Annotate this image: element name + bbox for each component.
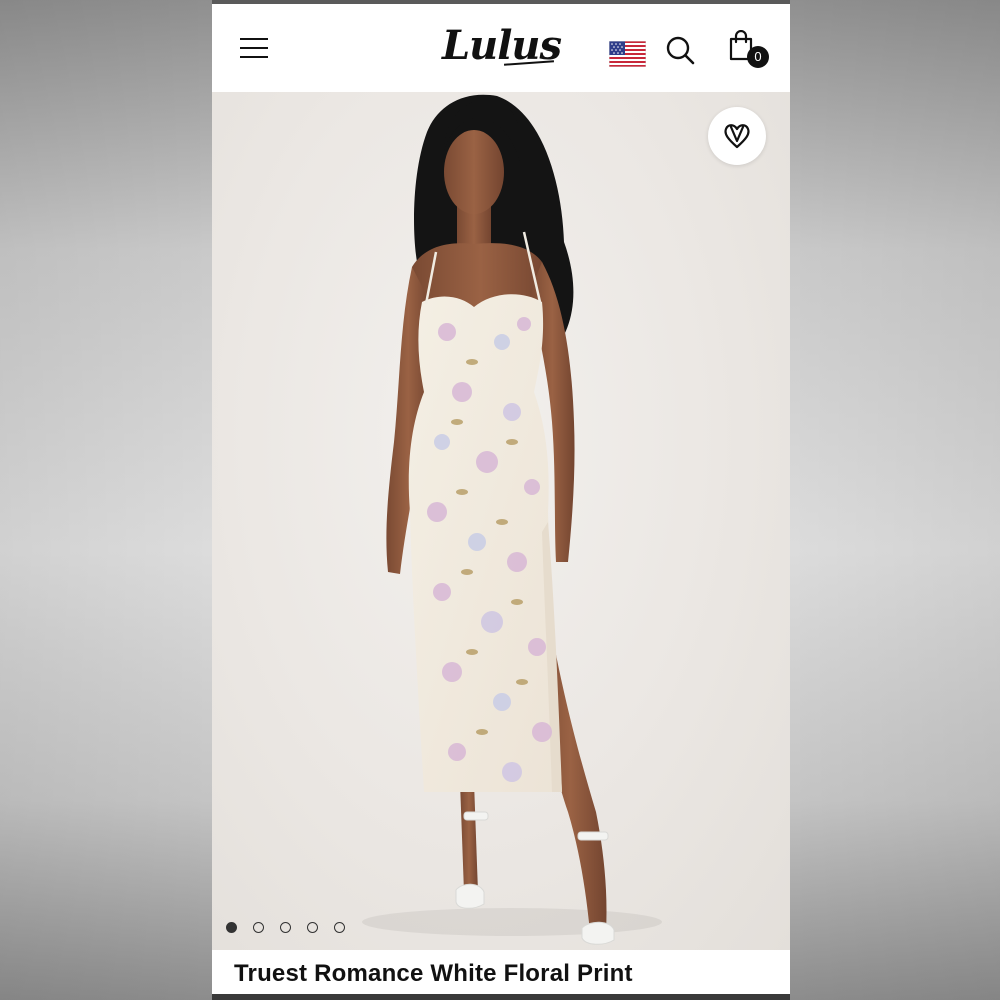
carousel-dot-4[interactable] xyxy=(307,922,318,933)
heart-icon xyxy=(724,124,750,149)
carousel-dot-2[interactable] xyxy=(253,922,264,933)
wishlist-button[interactable] xyxy=(708,107,766,165)
hamburger-menu-icon[interactable] xyxy=(240,34,270,58)
carousel-dot-1[interactable] xyxy=(226,922,237,933)
search-icon[interactable] xyxy=(664,34,696,66)
product-title-bar: Truest Romance White Floral Print xyxy=(212,950,790,994)
brand-logo[interactable]: Lulus xyxy=(442,16,562,76)
carousel-dot-5[interactable] xyxy=(334,922,345,933)
shopping-bag-icon[interactable]: 0 xyxy=(727,30,771,74)
model-illustration xyxy=(362,94,662,945)
carousel-dot-3[interactable] xyxy=(280,922,291,933)
us-flag-icon[interactable] xyxy=(608,40,647,68)
cart-count-badge: 0 xyxy=(747,46,769,68)
site-header: Lulus 0 xyxy=(212,4,790,92)
left-backdrop xyxy=(0,0,212,1000)
product-photo[interactable] xyxy=(212,92,790,950)
phone-screen: Lulus 0 Truest Romance White Floral Prin… xyxy=(212,0,790,1000)
product-title: Truest Romance White Floral Print xyxy=(234,960,633,987)
right-backdrop xyxy=(790,0,1000,1000)
bottom-strip xyxy=(212,994,790,1000)
